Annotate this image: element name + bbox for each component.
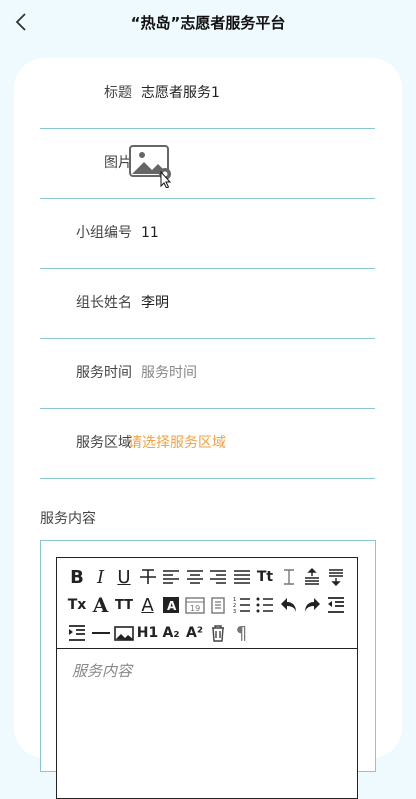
title-row: 标题 志愿者服务1 xyxy=(40,58,375,129)
unordered-list-icon[interactable] xyxy=(254,594,276,616)
rich-text-editor: B I U Tt Tx A TT A A 19 1 2 3 H1 A₂ A² ¶ 服务内容 xyxy=(56,557,358,799)
align-right-icon[interactable] xyxy=(207,566,229,588)
space-before-icon[interactable] xyxy=(301,566,323,588)
svg-text:3: 3 xyxy=(233,609,236,615)
image-row: 图片 xyxy=(40,128,375,199)
outdent-icon[interactable] xyxy=(325,594,347,616)
space-after-icon[interactable] xyxy=(325,566,347,588)
ordered-list-icon[interactable]: 123 xyxy=(231,594,253,616)
group-label: 小组编号 xyxy=(76,225,132,241)
align-justify-icon[interactable] xyxy=(231,566,253,588)
font-size-icon[interactable]: Tt xyxy=(254,566,276,588)
paragraph-icon[interactable]: ¶ xyxy=(231,622,253,644)
svg-text:A: A xyxy=(167,599,177,613)
insert-image-icon[interactable] xyxy=(113,622,135,644)
leader-row: 组长姓名 李明 xyxy=(40,268,375,339)
svg-text:19: 19 xyxy=(190,604,200,613)
group-row: 小组编号 11 xyxy=(40,198,375,269)
area-row: 服务区域 请选择服务区域 xyxy=(40,408,375,479)
redo-icon[interactable] xyxy=(301,594,323,616)
form-card: 标题 志愿者服务1 图片 小组编号 11 组长姓名 李明 服务时间 服务时间 服… xyxy=(14,58,402,799)
date-icon[interactable]: 19 xyxy=(184,594,206,616)
delete-icon[interactable] xyxy=(207,622,229,644)
content-label: 服务内容 xyxy=(40,511,96,527)
heading-icon[interactable]: H1 xyxy=(137,622,159,644)
subscript-icon[interactable]: A₂ xyxy=(160,622,182,644)
font-color-icon[interactable]: A xyxy=(137,594,159,616)
time-row: 服务时间 服务时间 xyxy=(40,338,375,409)
editor-toolbar: B I U Tt Tx A TT A A 19 1 2 3 H1 A₂ A² ¶ xyxy=(57,558,357,649)
font-size-small-icon[interactable]: TT xyxy=(113,594,135,616)
superscript-icon[interactable]: A² xyxy=(184,622,206,644)
leader-input[interactable]: 李明 xyxy=(141,268,169,338)
group-input[interactable]: 11 xyxy=(141,198,159,268)
align-left-icon[interactable] xyxy=(160,566,182,588)
title-label: 标题 xyxy=(104,85,132,101)
strikethrough-icon[interactable] xyxy=(137,566,159,588)
top-bar: “热岛”志愿者服务平台 xyxy=(0,0,416,46)
area-label: 服务区域 xyxy=(76,435,132,451)
title-input[interactable]: 志愿者服务1 xyxy=(141,58,220,128)
clear-format-icon[interactable]: Tx xyxy=(66,594,88,616)
horizontal-rule-icon[interactable] xyxy=(90,622,112,644)
page-title: “热岛”志愿者服务平台 xyxy=(130,14,286,32)
clipboard-icon[interactable] xyxy=(207,594,229,616)
editor-body[interactable]: 服务内容 xyxy=(72,660,132,681)
italic-icon[interactable]: I xyxy=(90,566,112,588)
leader-label: 组长姓名 xyxy=(76,295,132,311)
bold-icon[interactable]: B xyxy=(66,566,88,588)
font-icon[interactable]: A xyxy=(90,593,112,617)
underline-icon[interactable]: U xyxy=(113,566,135,588)
add-image-icon[interactable] xyxy=(128,142,174,188)
background-color-icon[interactable]: A xyxy=(160,594,182,616)
time-label: 服务时间 xyxy=(76,365,132,381)
line-height-icon[interactable] xyxy=(278,566,300,588)
content-editor-frame: B I U Tt Tx A TT A A 19 1 2 3 H1 A₂ A² ¶ 服务内容 xyxy=(40,540,376,799)
area-select[interactable]: 请选择服务区域 xyxy=(128,408,226,478)
indent-icon[interactable] xyxy=(66,622,88,644)
time-input[interactable]: 服务时间 xyxy=(141,338,197,408)
align-center-icon[interactable] xyxy=(184,566,206,588)
undo-icon[interactable] xyxy=(278,594,300,616)
